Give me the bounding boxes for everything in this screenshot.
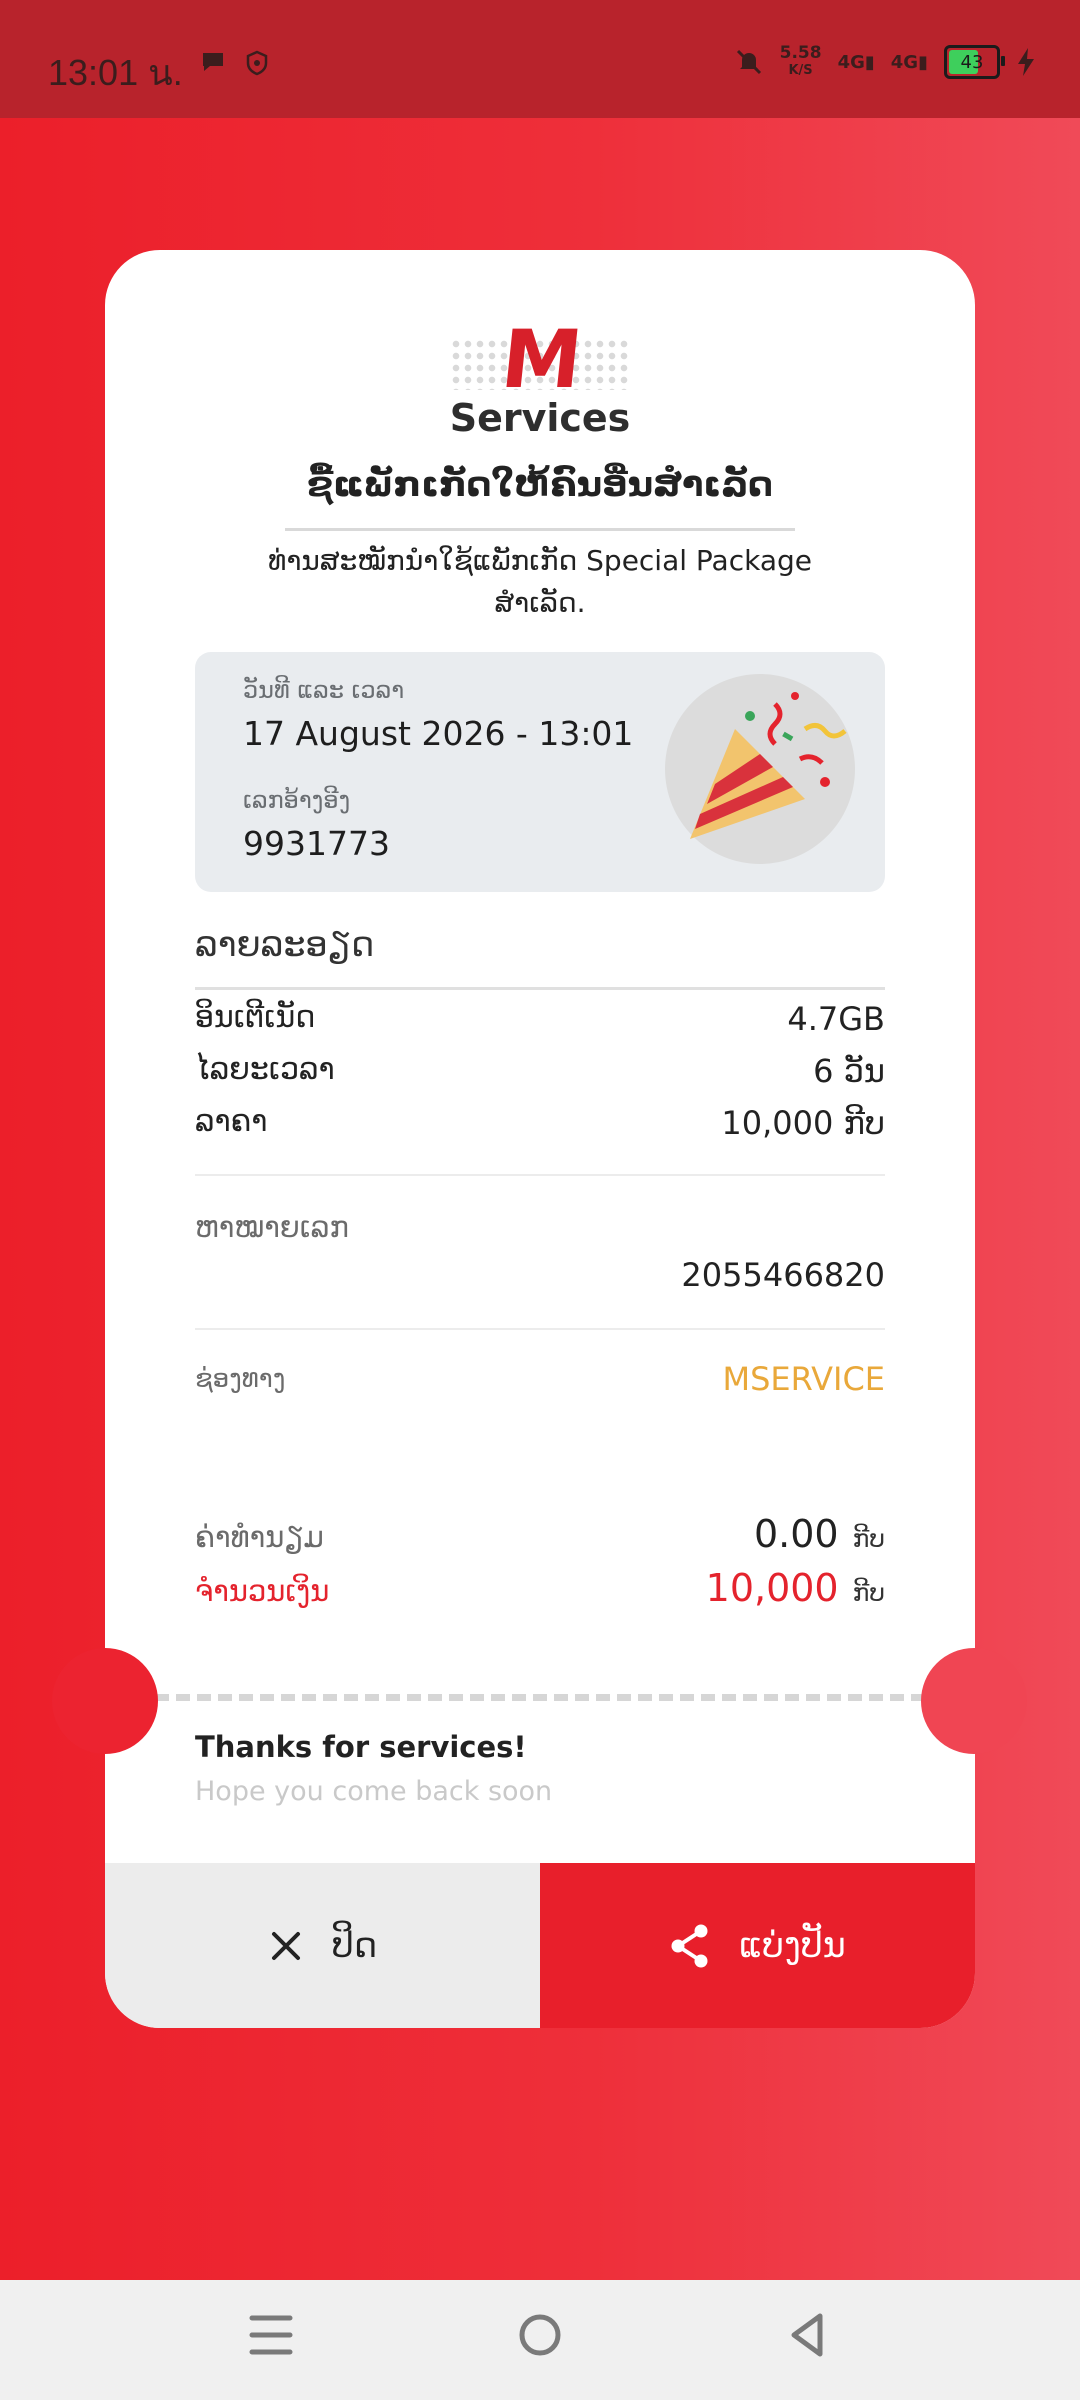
success-message: ທ່ານສະໝັກນຳໃຊ້ແພັກເກັດ Special Package ສ…: [267, 544, 812, 619]
reference-value: 9931773: [243, 824, 390, 863]
detail-label: ໄລຍະເວລາ: [195, 1052, 335, 1087]
detail-value: 6 ວັນ: [813, 1052, 885, 1090]
channel-label: ຊ່ອງທາງ: [195, 1364, 286, 1394]
tear-line: [155, 1694, 925, 1701]
success-headline: ຊື້ແພັກເກັດໃຫ້ຄົນອື່ນສຳເລັດ: [307, 465, 773, 505]
status-left-icons: [200, 50, 270, 76]
details-divider: [195, 987, 885, 990]
status-right: 5.58 K/S 4G▮ 4G▮ 43: [734, 44, 1036, 80]
fee-amount: 0.00 ກີບ: [754, 1512, 885, 1556]
speed-value: 5.58: [779, 43, 822, 63]
reference-label: ເລກອ້າງອີງ: [243, 786, 351, 814]
logo-letter: M: [497, 313, 583, 406]
mute-bell-icon: [736, 49, 761, 75]
detail-value: 4.7GB: [787, 1000, 885, 1038]
total-amount: 10,000 ກີບ: [706, 1566, 885, 1610]
close-button[interactable]: ປິດ: [105, 1863, 540, 2028]
share-button-label: ແບ່ງປັນ: [739, 1925, 846, 1966]
close-icon: [271, 1931, 300, 1960]
signal-2-label: 4G: [890, 51, 919, 73]
status-time: 13:01 น.: [48, 52, 183, 93]
fee-value: 0.00: [754, 1512, 839, 1556]
back-icon[interactable]: [784, 2310, 830, 2360]
thanks-title: Thanks for services!: [195, 1730, 527, 1764]
signal-1-label: 4G: [837, 51, 865, 73]
signal-bars-icon: ▮: [864, 51, 875, 73]
datetime-label: ວັນທີ ແລະ ເວລາ: [243, 676, 405, 704]
fee-unit: ກີບ: [852, 1524, 885, 1553]
detail-row-duration: ໄລຍະເວລາ 6 ວັນ: [195, 1052, 885, 1090]
detail-label: ລາຄາ: [195, 1104, 268, 1139]
ticket-notch-left: [52, 1648, 158, 1754]
total-label: ຈຳນວນເງິນ: [195, 1574, 330, 1608]
divider: [195, 1328, 885, 1330]
charging-bolt-icon: [1018, 48, 1034, 76]
menu-recents-icon[interactable]: [248, 2310, 294, 2360]
status-bar: 13:01 น. 5.58 K/S 4G▮ 4G▮ 43: [0, 0, 1080, 118]
recipient-label: ຫາໝາຍເລກ: [195, 1210, 349, 1244]
shield-icon: [246, 50, 268, 76]
detail-value: 10,000 ກີບ: [721, 1104, 885, 1142]
close-button-label: ປິດ: [331, 1925, 378, 1966]
fee-row: ຄ່າທຳນຽມ 0.00 ກີບ: [195, 1512, 885, 1556]
detail-label: ອິນເຕີເນັດ: [195, 1000, 316, 1035]
headline-divider: [285, 528, 795, 531]
network-speed: 5.58 K/S: [780, 44, 822, 80]
signal-bars-icon: ▮: [918, 51, 928, 73]
total-value: 10,000: [705, 1566, 839, 1610]
share-button[interactable]: ແບ່ງປັນ: [540, 1863, 975, 2028]
fee-label: ຄ່າທຳນຽມ: [195, 1520, 324, 1554]
home-icon[interactable]: [516, 2310, 564, 2360]
channel-row: ຊ່ອງທາງ MSERVICE: [195, 1360, 885, 1398]
speed-unit: K/S: [788, 63, 813, 78]
details-title: ລາຍລະອຽດ: [195, 925, 375, 965]
ticket-notch-right: [921, 1648, 1027, 1754]
recipient-value-row: 2055466820: [195, 1256, 885, 1294]
transaction-info-box: ວັນທີ ແລະ ເວລາ 17 August 2026 - 13:01 ເລ…: [195, 652, 885, 892]
recipient-number: 2055466820: [681, 1256, 885, 1294]
detail-row-price: ລາຄາ 10,000 ກີບ: [195, 1104, 885, 1142]
battery-level: 43: [960, 51, 984, 73]
datetime-value: 17 August 2026 - 13:01: [243, 714, 634, 753]
chat-bubble-icon: [203, 53, 223, 71]
thanks-subtitle: Hope you come back soon: [195, 1776, 553, 1807]
signal-1: 4G▮: [838, 52, 875, 73]
signal-2: 4G▮: [891, 52, 928, 73]
system-nav-bar: [0, 2280, 1080, 2400]
mservices-logo: M Services: [105, 313, 975, 440]
divider: [195, 1174, 885, 1176]
share-icon: [671, 1924, 708, 1967]
channel-value: MSERVICE: [722, 1360, 885, 1398]
total-unit: ກີບ: [852, 1578, 885, 1607]
detail-row-internet: ອິນເຕີເນັດ 4.7GB: [195, 1000, 885, 1038]
receipt-card: M Services ຊື້ແພັກເກັດໃຫ້ຄົນອື່ນສຳເລັດ ທ…: [105, 250, 975, 2028]
logo-text: Services: [449, 396, 631, 440]
battery-icon: 43: [944, 45, 1005, 79]
recipient-label-row: ຫາໝາຍເລກ: [195, 1210, 885, 1244]
party-popper-icon: [665, 674, 855, 864]
total-row: ຈຳນວນເງິນ 10,000 ກີບ: [195, 1566, 885, 1610]
